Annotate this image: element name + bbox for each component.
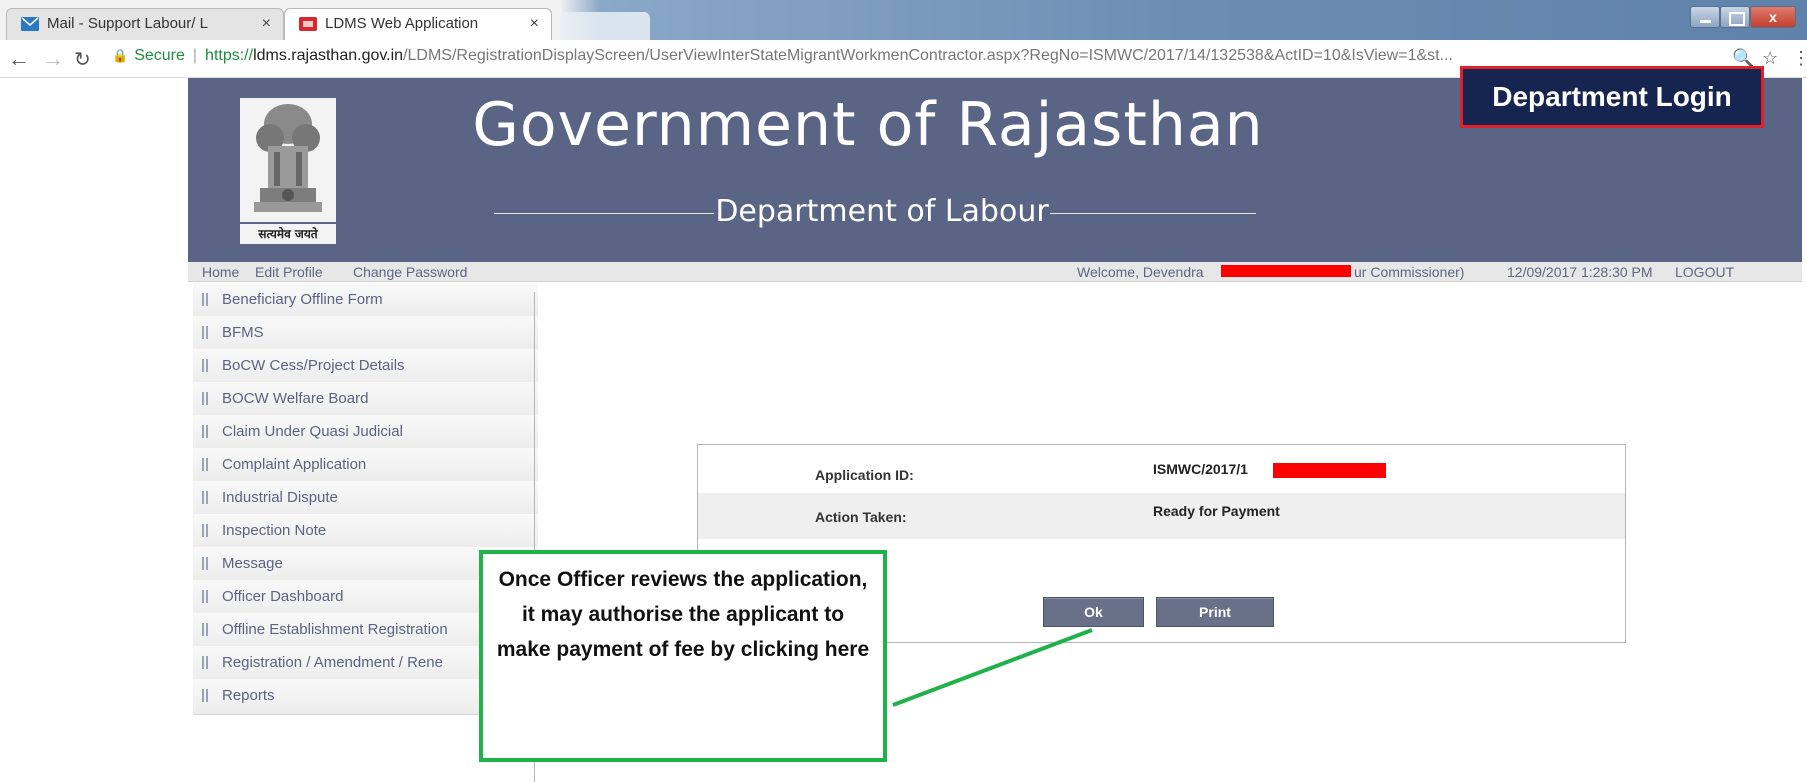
sidebar-item-label: BOCW Welfare Board <box>222 390 369 407</box>
browser-tab-bar: Mail - Support Labour/ L × LDMS Web Appl… <box>0 0 1807 40</box>
menu-bullet-icon <box>202 623 208 636</box>
menu-bullet-icon <box>202 359 208 372</box>
sidebar-item-label: Industrial Dispute <box>222 489 338 506</box>
menu-bullet-icon <box>202 689 208 702</box>
menu-bullet-icon <box>202 524 208 537</box>
tab-label: LDMS Web Application <box>325 15 479 32</box>
application-id-label: Application ID: <box>815 467 914 483</box>
sidebar-item-bfms[interactable]: BFMS <box>193 316 538 352</box>
url-field[interactable]: 🔒 Secure | https://ldms.rajasthan.gov.in/LD… <box>112 47 1453 65</box>
sidebar-item-label: Offline Establishment Registration <box>222 621 448 638</box>
menu-bullet-icon <box>202 293 208 306</box>
tab-mail[interactable]: Mail - Support Labour/ L × <box>6 8 284 40</box>
sidebar-item-label: Claim Under Quasi Judicial <box>222 423 403 440</box>
instruction-callout: Once Officer reviews the application, it… <box>479 550 887 762</box>
national-emblem-icon <box>240 98 336 222</box>
lock-icon: 🔒 <box>112 48 129 63</box>
nav-change-password[interactable]: Change Password <box>353 262 467 282</box>
sidebar-item-label: Complaint Application <box>222 456 367 473</box>
sidebar-item-label: Registration / Amendment / Rene <box>222 654 443 671</box>
reload-icon[interactable]: ↻ <box>74 47 91 72</box>
menu-bullet-icon <box>202 392 208 405</box>
sidebar-item-beneficiary-offline-form[interactable]: Beneficiary Offline Form <box>193 283 538 319</box>
ok-button[interactable]: Ok <box>1043 597 1144 627</box>
welcome-text: Welcome, Devendra <box>1077 264 1204 280</box>
sidebar-item-label: Beneficiary Offline Form <box>222 291 383 308</box>
redaction-bar <box>1221 265 1351 277</box>
print-button[interactable]: Print <box>1156 597 1274 627</box>
close-icon[interactable]: × <box>530 9 539 39</box>
menu-bullet-icon <box>202 491 208 504</box>
secure-label: Secure <box>134 47 185 64</box>
sidebar-item-label: Reports <box>222 687 275 704</box>
back-arrow-icon[interactable]: ← <box>8 46 30 72</box>
url-protocol: https:// <box>205 47 254 64</box>
tab-ldms[interactable]: LDMS Web Application × <box>284 8 552 40</box>
sidebar-item-industrial-dispute[interactable]: Industrial Dispute <box>193 481 538 517</box>
nav-home[interactable]: Home <box>202 262 239 282</box>
menu-bullet-icon <box>202 557 208 570</box>
menu-bullet-icon <box>202 326 208 339</box>
datetime: 12/09/2017 1:28:30 PM <box>1507 264 1653 280</box>
nav-edit-profile[interactable]: Edit Profile <box>255 262 323 282</box>
sidebar-item-inspection-note[interactable]: Inspection Note <box>193 514 538 550</box>
url-path: /LDMS/RegistrationDisplayScreen/UserView… <box>403 47 1453 64</box>
sidebar-item-label: Message <box>222 555 283 572</box>
url-domain: ldms.rajasthan.gov.in <box>253 47 404 64</box>
department-login-label: Department Login <box>1460 66 1764 128</box>
department-subtitle: Department of Labour <box>494 194 1256 234</box>
redaction-bar <box>1273 463 1386 478</box>
application-id-value: ISMWC/2017/1 <box>1153 461 1248 477</box>
department-name: Department of Labour <box>715 194 1049 229</box>
sidebar-item-bocw-welfare-board[interactable]: BOCW Welfare Board <box>193 382 538 418</box>
window-close-button[interactable]: x <box>1750 6 1796 28</box>
emblem-motto: सत्यमेव जयते <box>240 224 336 244</box>
nav-logout[interactable]: LOGOUT <box>1675 262 1734 282</box>
sidebar-item-complaint-application[interactable]: Complaint Application <box>193 448 538 484</box>
sidebar-item-claim-quasi-judicial[interactable]: Claim Under Quasi Judicial <box>193 415 538 451</box>
forward-arrow-icon[interactable]: → <box>42 46 64 72</box>
sidebar-item-label: BoCW Cess/Project Details <box>222 357 405 374</box>
menu-bullet-icon <box>202 458 208 471</box>
page-title: Government of Rajasthan <box>472 90 1264 160</box>
close-icon[interactable]: × <box>262 9 271 39</box>
application-id-row: Application ID: ISMWC/2017/1 <box>698 445 1625 491</box>
menu-icon[interactable]: ⋮ <box>1792 48 1807 69</box>
minimize-button[interactable] <box>1690 6 1720 28</box>
action-taken-row: Action Taken: Ready for Payment <box>698 493 1625 539</box>
action-taken-value: Ready for Payment <box>1153 503 1280 519</box>
sidebar-item-label: Officer Dashboard <box>222 588 344 605</box>
menu-bullet-icon <box>202 425 208 438</box>
top-nav: Home Edit Profile Change Password Welcom… <box>188 262 1802 282</box>
ldms-favicon-icon <box>299 17 317 31</box>
sidebar-item-label: BFMS <box>222 324 264 341</box>
new-tab-button[interactable] <box>560 12 650 40</box>
sidebar-item-bocw-cess[interactable]: BoCW Cess/Project Details <box>193 349 538 385</box>
sidebar-item-label: Inspection Note <box>222 522 327 539</box>
maximize-button[interactable] <box>1720 6 1750 28</box>
welcome-role: ur Commissioner) <box>1354 264 1465 280</box>
menu-bullet-icon <box>202 590 208 603</box>
bookmark-star-icon[interactable]: ☆ <box>1762 48 1778 69</box>
mail-icon <box>21 17 39 31</box>
tab-label: Mail - Support Labour/ L <box>47 15 208 32</box>
action-taken-label: Action Taken: <box>815 509 907 525</box>
menu-bullet-icon <box>202 656 208 669</box>
